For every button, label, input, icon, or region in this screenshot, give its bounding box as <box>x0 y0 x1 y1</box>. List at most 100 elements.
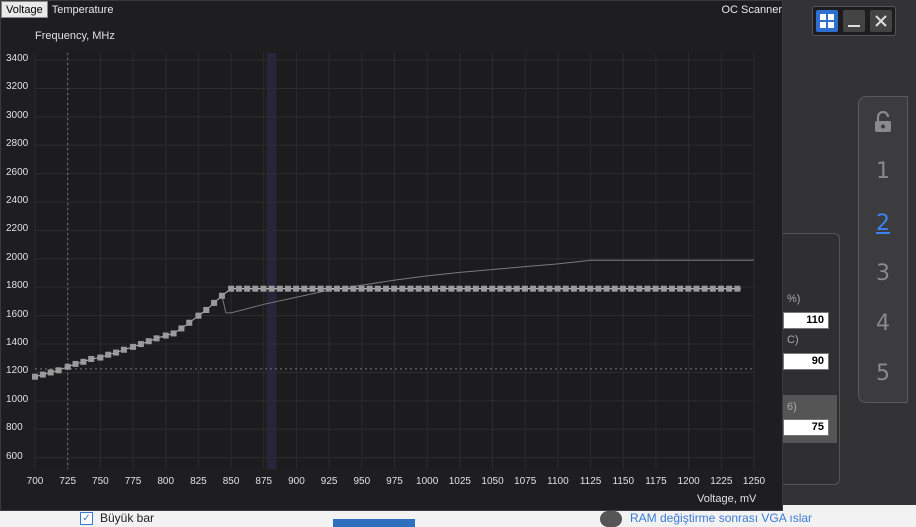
curve-point <box>333 285 340 292</box>
curve-point <box>137 341 144 348</box>
curve-point <box>366 285 373 292</box>
curve-point <box>47 369 54 376</box>
curve-point <box>203 306 210 313</box>
curve-point <box>628 285 635 292</box>
highlight-band <box>266 53 277 469</box>
curve-point <box>660 285 667 292</box>
minimize-icon[interactable] <box>842 10 865 32</box>
curve-point <box>734 285 741 292</box>
x-tick-label: 1000 <box>416 476 439 487</box>
windows-logo-icon[interactable] <box>815 10 838 32</box>
profile-2-button[interactable]: 2 <box>859 199 907 249</box>
curve-point <box>407 285 414 292</box>
y-tick-label: 3000 <box>6 109 29 121</box>
curve-point <box>235 285 242 292</box>
curve-point <box>423 285 430 292</box>
y-tick-label: 1200 <box>6 365 29 377</box>
curve-point <box>97 354 104 361</box>
curve-point <box>178 325 185 332</box>
curve-point <box>709 285 716 292</box>
x-tick-label: 1125 <box>579 476 602 487</box>
x-tick-label: 1050 <box>481 476 504 487</box>
power-limit-field[interactable]: 110 <box>783 312 829 329</box>
x-tick-label: 1175 <box>645 476 667 487</box>
curve-point <box>652 285 659 292</box>
x-tick-label: 1150 <box>612 476 635 487</box>
x-tick-label: 875 <box>255 476 273 487</box>
x-tick-label: 900 <box>288 476 305 487</box>
curve-point <box>268 285 275 292</box>
curve-point <box>603 285 610 292</box>
curve-point <box>383 285 390 292</box>
unlock-icon[interactable] <box>859 97 907 147</box>
curve-point <box>309 285 316 292</box>
x-tick-label: 700 <box>26 476 44 487</box>
curve-point <box>530 285 537 292</box>
curve-point <box>228 285 235 292</box>
fan-speed-field[interactable]: 75 <box>783 419 829 436</box>
curve-point <box>456 285 463 292</box>
close-icon[interactable] <box>870 10 893 32</box>
field-label-fan: 6) <box>787 401 797 413</box>
curve-point <box>415 285 422 292</box>
curve-point <box>170 330 177 337</box>
curve-point <box>391 285 398 292</box>
curve-point <box>554 285 561 292</box>
curve-point <box>342 285 349 292</box>
curve-point <box>80 358 87 365</box>
y-tick-label: 1000 <box>6 393 29 405</box>
curve-point <box>64 363 71 370</box>
window-controls <box>812 6 896 36</box>
curve-point <box>685 285 692 292</box>
y-tick-label: 3200 <box>6 81 29 93</box>
background-blue-bar <box>333 519 415 527</box>
x-tick-label: 1075 <box>514 476 537 487</box>
curve-point <box>644 285 651 292</box>
curve-point <box>636 285 643 292</box>
temp-limit-field[interactable]: 90 <box>783 353 829 370</box>
curve-point <box>130 343 137 350</box>
background-checkbox[interactable]: ✓ <box>80 512 93 525</box>
field-label-power: %) <box>787 293 801 305</box>
curve-point <box>317 285 324 292</box>
voltage-frequency-chart[interactable] <box>1 1 782 510</box>
curve-point <box>260 285 267 292</box>
curve-point <box>293 285 300 292</box>
curve-point <box>570 285 577 292</box>
field-label-temp: C) <box>787 334 799 346</box>
x-tick-label: 1100 <box>547 476 569 487</box>
y-tick-label: 1400 <box>6 337 29 349</box>
y-tick-label: 1600 <box>6 308 29 320</box>
curve-point <box>153 335 160 342</box>
x-tick-label: 1225 <box>710 476 733 487</box>
curve-point <box>358 285 365 292</box>
profile-4-button[interactable]: 4 <box>859 299 907 349</box>
y-tick-label: 2600 <box>6 166 29 178</box>
curve-point <box>701 285 708 292</box>
profile-5-button[interactable]: 5 <box>859 349 907 399</box>
curve-point <box>464 285 471 292</box>
x-tick-label: 750 <box>92 476 109 487</box>
profile-1-button[interactable]: 1 <box>859 147 907 197</box>
x-tick-label: 1200 <box>677 476 700 487</box>
curve-point <box>145 338 152 345</box>
curve-point <box>350 285 357 292</box>
curve-point <box>717 285 724 292</box>
curve-point <box>432 285 439 292</box>
curve-point <box>481 285 488 292</box>
curve-point <box>497 285 504 292</box>
background-link[interactable]: RAM değiştirme sonrası VGA ıslar <box>630 511 812 525</box>
profile-3-button[interactable]: 3 <box>859 249 907 299</box>
x-tick-label: 850 <box>222 476 240 487</box>
curve-point <box>72 360 79 367</box>
x-tick-label: 725 <box>59 476 77 487</box>
profile-selector: 1 2 3 4 5 <box>858 96 908 403</box>
curve-point <box>595 285 602 292</box>
curve-point <box>325 285 332 292</box>
curve-point <box>693 285 700 292</box>
y-tick-label: 2200 <box>6 223 29 235</box>
background-checkbox-label: Büyük bar <box>100 511 155 525</box>
x-tick-label: 950 <box>353 476 371 487</box>
curve-point <box>252 285 259 292</box>
y-tick-label: 800 <box>6 422 23 434</box>
